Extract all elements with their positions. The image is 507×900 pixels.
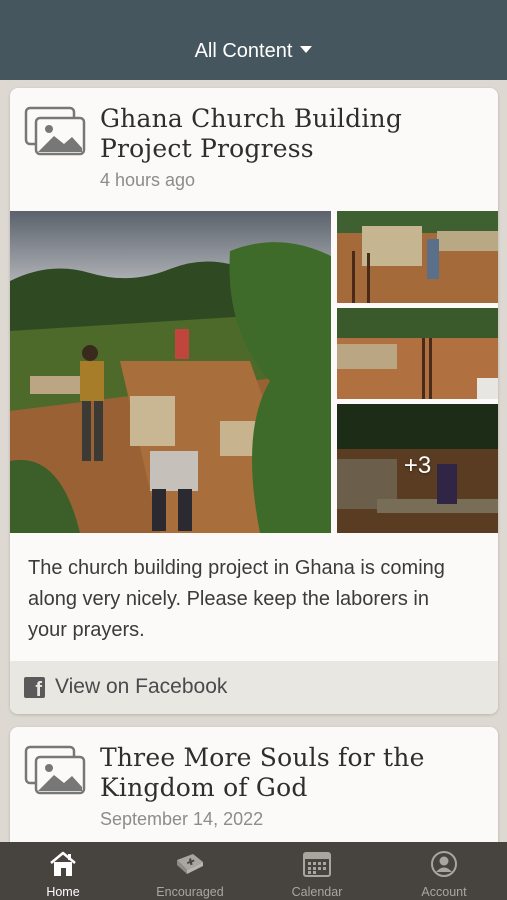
caret-down-icon [300, 46, 313, 54]
content-filter-dropdown[interactable]: All Content [0, 40, 507, 63]
post-timestamp: September 14, 2022 [100, 809, 264, 829]
post-card[interactable]: Ghana Church Building Project Progress 4… [10, 88, 498, 714]
gallery-thumbnail[interactable] [337, 211, 498, 303]
photo-gallery-icon [24, 104, 88, 160]
tab-calendar[interactable]: Calendar [254, 842, 380, 900]
tab-encouraged[interactable]: Encouraged [127, 842, 253, 900]
gallery-thumbnail[interactable] [337, 308, 498, 399]
tab-calendar-label: Calendar [291, 885, 343, 899]
calendar-icon [302, 850, 332, 878]
view-on-facebook-label: View on Facebook [55, 675, 228, 698]
tab-account-label: Account [421, 885, 467, 899]
photo-gallery-icon [24, 743, 88, 799]
photo-gallery[interactable]: +3 [10, 211, 498, 533]
post-title[interactable]: Ghana Church Building Project Progress [100, 104, 480, 164]
gallery-more-photos[interactable]: +3 [337, 404, 498, 533]
post-title[interactable]: Three More Souls for the Kingdom of God [100, 743, 480, 803]
content-feed[interactable]: Ghana Church Building Project Progress 4… [0, 80, 507, 842]
tab-encouraged-label: Encouraged [156, 885, 224, 899]
tab-account[interactable]: Account [381, 842, 507, 900]
account-icon [429, 850, 459, 878]
top-bar: All Content [0, 0, 507, 80]
gallery-main-photo[interactable] [10, 211, 331, 533]
home-icon [48, 850, 78, 878]
tab-home-label: Home [46, 885, 80, 899]
post-timestamp: 4 hours ago [100, 170, 196, 190]
tab-home[interactable]: Home [0, 842, 126, 900]
post-body: The church building project in Ghana is … [28, 557, 445, 641]
facebook-icon: f [24, 677, 45, 700]
more-photos-count: +3 [403, 452, 432, 479]
view-on-facebook-button[interactable]: f View on Facebook [10, 661, 498, 714]
post-card[interactable]: Three More Souls for the Kingdom of God … [10, 727, 498, 842]
content-filter-label: All Content [194, 40, 293, 62]
bottom-tab-bar: Home Encouraged Calendar Account [0, 842, 507, 900]
bible-icon [175, 850, 205, 878]
